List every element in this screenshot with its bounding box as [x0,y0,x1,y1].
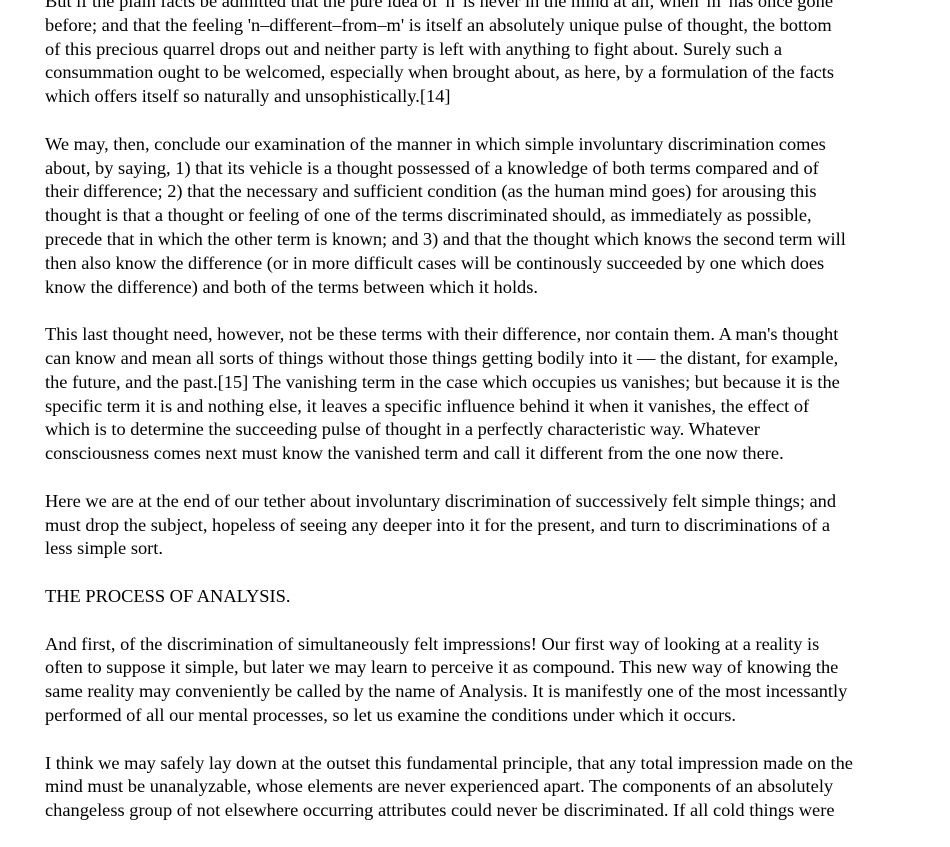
text-line: performed of all our mental processes, s… [45,704,736,725]
text-line: same reality may conveniently be called … [45,681,848,702]
paragraph-2: We may, then, conclude our examination o… [45,133,925,300]
text-line: consummation ought to be welcomed, espec… [45,62,835,83]
text-line: of this precious quarrel drops out and n… [45,38,782,59]
paragraph-1: But if the plain facts be admitted that … [45,0,925,109]
text-line: And first, of the discrimination of simu… [45,633,820,654]
text-line: about, by saying, 1) that its vehicle is… [45,157,819,178]
text-line: consciousness comes next must know the v… [45,443,784,464]
text-line: precede that in which the other term is … [45,228,846,249]
document-body: But if the plain facts be admitted that … [45,0,925,847]
text-line: can know and mean all sorts of things wi… [45,347,839,368]
text-line: their difference; 2) that the necessary … [45,181,817,202]
text-line: which is to determine the succeeding pul… [45,419,760,440]
heading-text: THE PROCESS OF ANALYSIS. [45,585,291,606]
paragraph-5: And first, of the discrimination of simu… [45,633,925,728]
text-line: the future, and the past.[15] The vanish… [45,371,840,392]
text-line: specific term it is and nothing else, it… [45,395,810,416]
text-line: thought is that a thought or feeling of … [45,205,812,226]
text-line: before; and that the feeling 'n–differen… [45,14,832,35]
text-line: must drop the subject, hopeless of seein… [45,514,830,535]
text-line: This last thought need, however, not be … [45,324,839,345]
text-line: But if the plain facts be admitted that … [45,0,833,11]
paragraph-3: This last thought need, however, not be … [45,323,925,466]
text-line: often to suppose it simple, but later we… [45,657,839,678]
paragraph-4: Here we are at the end of our tether abo… [45,490,925,561]
section-heading: THE PROCESS OF ANALYSIS. [45,585,925,609]
text-line: less simple sort. [45,538,164,559]
text-line: Here we are at the end of our tether abo… [45,490,837,511]
text-line: then also know the difference (or in mor… [45,252,825,273]
paragraph-6: I think we may safely lay down at the ou… [45,752,925,823]
text-line: I think we may safely lay down at the ou… [45,752,853,773]
text-line: know the difference) and both of the ter… [45,276,538,297]
text-line: mind must be unanalyzable, whose element… [45,776,834,797]
text-line: which offers itself so naturally and uns… [45,86,451,107]
text-line: We may, then, conclude our examination o… [45,133,826,154]
text-line: changeless group of not elsewhere occurr… [45,800,835,821]
